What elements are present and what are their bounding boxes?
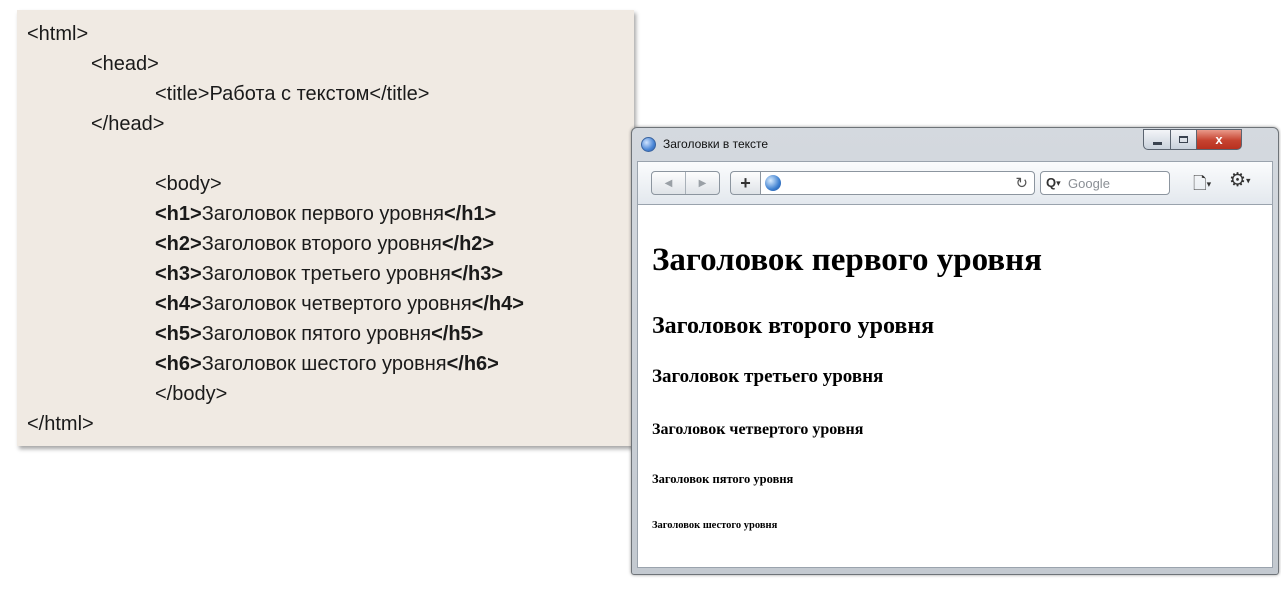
code-tag-open: <h1>	[155, 203, 202, 225]
code-line-h4: <h4>Заголовок четвертого уровня</h4>	[155, 291, 524, 317]
new-tab-button[interactable]: +	[730, 171, 760, 195]
navigation-toolbar: ◀ ▶ + ↻ Q▾ Google 🗋▾ ⚙▾	[637, 161, 1273, 205]
code-text: Заголовок шестого уровня	[201, 353, 447, 375]
code-text: <body>	[155, 173, 222, 195]
code-line-body-close: </body>	[155, 381, 227, 407]
code-text: </body>	[155, 383, 228, 405]
code-tag-close: </h1>	[443, 203, 497, 225]
code-tag-open: <h5>	[155, 323, 202, 345]
gear-icon[interactable]: ⚙▾	[1229, 169, 1251, 192]
code-text: Заголовок второго уровня	[201, 233, 442, 255]
code-tag-close: </h5>	[431, 323, 484, 345]
heading-level-5: Заголовок пятого уровня	[652, 472, 794, 486]
code-line-h2: <h2>Заголовок второго уровня</h2>	[155, 231, 494, 257]
code-tag-open: <h6>	[155, 353, 202, 375]
page-menu-icon[interactable]: 🗋▾	[1193, 171, 1211, 200]
heading-level-1: Заголовок первого уровня	[652, 242, 1042, 278]
globe-icon	[765, 175, 781, 191]
code-tag-close: </h6>	[446, 353, 499, 375]
minimize-icon	[1152, 142, 1162, 145]
code-line-head-open: <head>	[91, 51, 159, 77]
heading-level-3: Заголовок третьего уровня	[652, 366, 884, 387]
code-tag-close: </h2>	[441, 233, 495, 255]
address-bar[interactable]: ↻	[760, 171, 1035, 195]
code-tag-open: <h4>	[155, 293, 202, 315]
minimize-button[interactable]	[1143, 129, 1171, 150]
code-line-h5: <h5>Заголовок пятого уровня</h5>	[155, 321, 483, 347]
code-line-h6: <h6>Заголовок шестого уровня</h6>	[155, 351, 499, 377]
code-text: Заголовок четвертого уровня	[201, 293, 472, 315]
close-icon: x	[1215, 132, 1223, 147]
heading-level-2: Заголовок второго уровня	[652, 313, 935, 339]
code-text: <head>	[91, 53, 159, 75]
code-text: Заголовок пятого уровня	[201, 323, 432, 345]
search-placeholder: Google	[1068, 176, 1110, 191]
code-line-h1: <h1>Заголовок первого уровня</h1>	[155, 201, 496, 227]
nav-button-group: ◀ ▶	[651, 171, 720, 195]
code-line-head-close: </head>	[91, 111, 164, 137]
browser-app-icon	[641, 137, 656, 152]
code-tag-open: <h3>	[155, 263, 202, 285]
page-content: Заголовок первого уровня Заголовок второ…	[637, 205, 1273, 568]
code-panel: <html> <head> <title>Работа с текстом</t…	[17, 10, 634, 446]
plus-icon: +	[740, 172, 751, 193]
code-line-html-open: <html>	[27, 21, 88, 47]
close-button[interactable]: x	[1196, 129, 1242, 150]
back-button[interactable]: ◀	[652, 172, 686, 194]
code-text: <html>	[27, 23, 89, 45]
code-tag-close: </h4>	[471, 293, 524, 315]
code-tag-open: <h2>	[155, 233, 202, 255]
code-line-html-close: </html>	[27, 411, 94, 437]
code-text: <title>Работа с текстом</title>	[155, 83, 430, 105]
forward-icon: ▶	[698, 177, 707, 189]
code-text: Заголовок третьего уровня	[201, 263, 451, 285]
forward-button[interactable]: ▶	[686, 172, 719, 194]
heading-level-6: Заголовок шестого уровня	[652, 520, 778, 531]
browser-window: Заголовки в тексте x ◀ ▶ + ↻ Q▾ Google 🗋…	[631, 127, 1279, 575]
code-text: </html>	[27, 413, 94, 435]
code-line-title: <title>Работа с текстом</title>	[155, 81, 429, 107]
maximize-icon	[1179, 136, 1188, 143]
code-text: </head>	[91, 113, 165, 135]
back-icon: ◀	[664, 177, 673, 189]
code-line-body-open: <body>	[155, 171, 222, 197]
search-icon[interactable]: Q▾	[1046, 175, 1061, 190]
window-title: Заголовки в тексте	[663, 137, 769, 151]
maximize-button[interactable]	[1170, 129, 1197, 150]
code-line-h3: <h3>Заголовок третьего уровня</h3>	[155, 261, 503, 287]
code-tag-close: </h3>	[450, 263, 504, 285]
reload-icon[interactable]: ↻	[1015, 174, 1028, 192]
code-text: Заголовок первого уровня	[201, 203, 444, 225]
search-box[interactable]: Q▾ Google	[1040, 171, 1170, 195]
title-bar[interactable]: Заголовки в тексте x	[632, 128, 1278, 160]
heading-level-4: Заголовок четвертого уровня	[652, 421, 864, 438]
